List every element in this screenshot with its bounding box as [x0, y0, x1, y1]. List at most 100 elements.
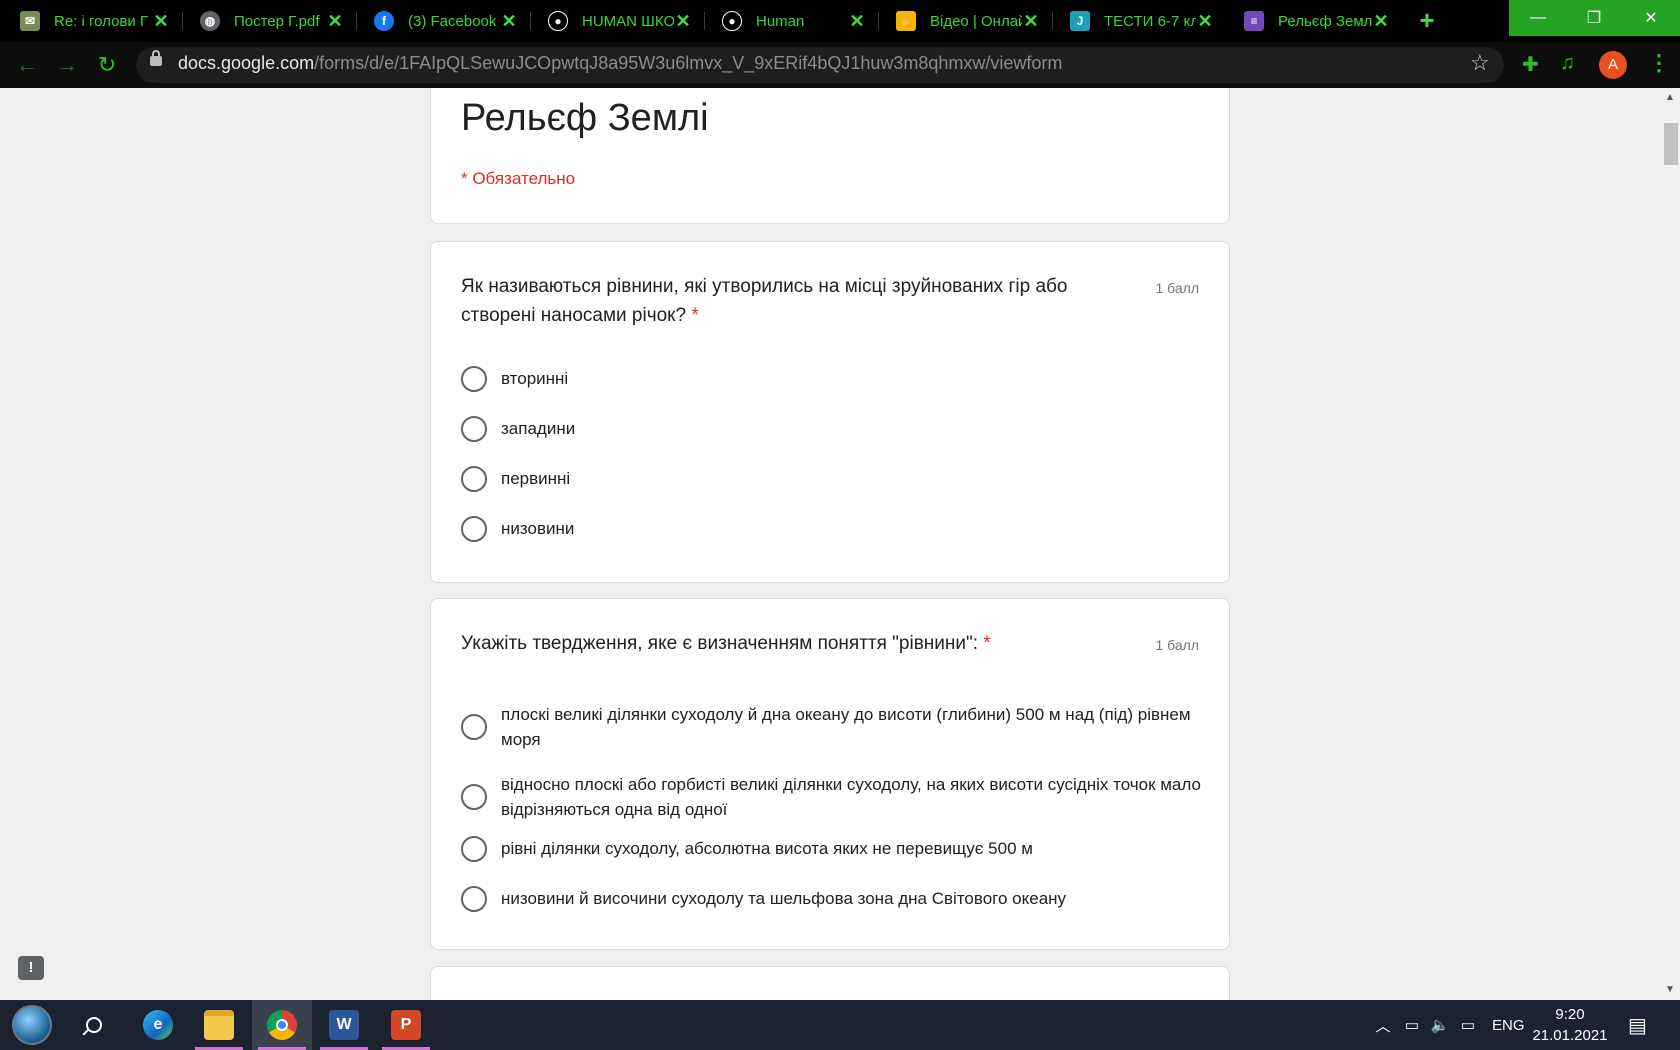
radio-option[interactable]: вторинні: [461, 366, 1201, 392]
forward-icon[interactable]: →: [54, 52, 80, 78]
notification-center-icon[interactable]: ▤: [1628, 1000, 1647, 1050]
tab-human-school[interactable]: ● HUMAN ШКОЛ ✕: [528, 4, 702, 38]
tab-pdf[interactable]: ◍ Постер Г.pdf ✕: [180, 4, 354, 38]
required-note: * Обязательно: [461, 169, 576, 188]
tab-facebook[interactable]: f (3) Facebook ✕: [354, 4, 528, 38]
start-button[interactable]: [2, 1000, 62, 1050]
chrome-icon: [267, 1010, 297, 1040]
j-icon: J: [1070, 11, 1090, 31]
taskbar-powerpoint[interactable]: P: [376, 1000, 436, 1050]
forms-icon: ≡: [1244, 11, 1264, 31]
new-tab-button[interactable]: +: [1413, 7, 1441, 33]
radio-option[interactable]: низовини: [461, 516, 1201, 542]
option-label: первинні: [501, 469, 571, 488]
radio-button[interactable]: [461, 714, 487, 740]
radio-option[interactable]: первинні: [461, 466, 1201, 492]
scroll-down-icon[interactable]: ▼: [1660, 982, 1680, 998]
scroll-thumb[interactable]: [1664, 123, 1678, 165]
tab-title: Рельєф Землі: [1278, 12, 1372, 30]
human-icon: ●: [722, 11, 742, 31]
radio-button[interactable]: [461, 784, 487, 810]
lock-icon: [150, 50, 162, 66]
question-card-1: Як називаються рівнини, які утворились н…: [430, 241, 1230, 583]
tab-relief-active[interactable]: ≡ Рельєф Землі ✕: [1224, 4, 1400, 38]
battery-icon[interactable]: ▭: [1398, 1016, 1426, 1034]
close-icon[interactable]: ✕: [1196, 11, 1214, 32]
radio-button[interactable]: [461, 366, 487, 392]
url-path: /forms/d/e/1FAIpQLSewuJCOpwtqJ8a95W3u6lm…: [314, 53, 1063, 73]
extensions-icon[interactable]: ✚: [1522, 52, 1539, 77]
taskbar-word[interactable]: W: [314, 1000, 374, 1050]
close-icon[interactable]: ✕: [674, 11, 692, 32]
network-icon[interactable]: ▭: [1454, 1016, 1482, 1034]
close-icon[interactable]: ✕: [326, 11, 344, 32]
radio-option[interactable]: низовини й височини суходолу та шельфова…: [461, 886, 1201, 912]
question-card-3: [430, 966, 1230, 1000]
back-icon[interactable]: ←: [14, 52, 40, 78]
report-feedback-icon[interactable]: !: [18, 956, 44, 980]
radio-button[interactable]: [461, 416, 487, 442]
tab-title: Відео | Онлай: [930, 12, 1022, 30]
clock-time: 9:20: [1555, 1006, 1585, 1023]
globe-icon: ◍: [200, 11, 220, 31]
tab-title: (3) Facebook: [408, 12, 497, 30]
taskbar-edge[interactable]: e: [128, 1000, 188, 1050]
form-title: Рельєф Землі: [461, 97, 709, 139]
close-icon[interactable]: ✕: [1372, 11, 1390, 32]
close-window-button[interactable]: ✕: [1622, 0, 1680, 36]
option-label: рівні ділянки суходолу, абсолютна висота…: [501, 839, 1033, 858]
menu-kebab-icon[interactable]: ⋮: [1648, 50, 1670, 76]
chevron-up-icon[interactable]: ︿: [1368, 1015, 1398, 1036]
volume-icon[interactable]: 🔈: [1426, 1016, 1454, 1034]
option-label: вторинні: [501, 369, 569, 388]
taskbar-chrome[interactable]: [252, 1000, 312, 1050]
radio-option[interactable]: западини: [461, 416, 1201, 442]
folder-icon: [204, 1010, 234, 1040]
tab-mail[interactable]: ✉ Re: і голови Г ✕: [0, 4, 180, 38]
radio-button[interactable]: [461, 886, 487, 912]
system-tray: ︿ ▭ 🔈 ▭ ENG: [1368, 1000, 1525, 1050]
minimize-button[interactable]: —: [1509, 0, 1567, 36]
question-points: 1 балл: [1155, 280, 1200, 296]
radio-button[interactable]: [461, 466, 487, 492]
media-queue-icon[interactable]: ♫: [1560, 52, 1575, 75]
url-host: docs.google.com: [178, 53, 315, 73]
search-button[interactable]: [64, 1000, 124, 1050]
option-label: низовини й височини суходолу та шельфова…: [501, 889, 1067, 908]
reload-icon[interactable]: ↻: [94, 52, 120, 78]
page-scrollbar[interactable]: ▲ ▼: [1660, 88, 1680, 1000]
option-label: відносно плоскі або горбисті великі діля…: [501, 775, 1201, 819]
radio-option[interactable]: відносно плоскі або горбисті великі діля…: [461, 772, 1201, 822]
clock[interactable]: 9:20 21.01.2021: [1530, 1004, 1610, 1046]
close-icon[interactable]: ✕: [500, 11, 518, 32]
close-icon[interactable]: ✕: [152, 11, 170, 32]
language-indicator[interactable]: ENG: [1492, 1017, 1525, 1034]
form-page: Рельєф Землі * Обязательно Як називаютьс…: [0, 88, 1680, 1000]
human-icon: ●: [548, 11, 568, 31]
question-text: Укажіть твердження, яке є визначенням по…: [461, 629, 1121, 658]
edge-icon: e: [143, 1010, 173, 1040]
restore-button[interactable]: ❐: [1565, 0, 1623, 36]
question-text: Як називаються рівнини, які утворились н…: [461, 272, 1121, 330]
tab-tests[interactable]: J ТЕСТИ 6-7 кл ✕: [1050, 4, 1224, 38]
bookmark-star-icon[interactable]: ☆: [1470, 50, 1490, 76]
radio-button[interactable]: [461, 516, 487, 542]
radio-option[interactable]: плоскі великі ділянки суходолу й дна оке…: [461, 702, 1201, 752]
option-label: плоскі великі ділянки суходолу й дна оке…: [501, 705, 1191, 749]
tab-video[interactable]: ✋ Відео | Онлай ✕: [876, 4, 1050, 38]
close-icon[interactable]: ✕: [848, 11, 866, 32]
close-icon[interactable]: ✕: [1022, 11, 1040, 32]
tab-human[interactable]: ● Human ✕: [702, 4, 876, 38]
radio-button[interactable]: [461, 836, 487, 862]
profile-avatar[interactable]: A: [1599, 51, 1627, 79]
windows-taskbar: e W P ︿ ▭ 🔈 ▭ ENG 9:20 21.01.2021 ▤: [0, 1000, 1680, 1050]
powerpoint-icon: P: [391, 1010, 421, 1040]
url-text[interactable]: docs.google.com/forms/d/e/1FAIpQLSewuJCO…: [178, 53, 1062, 74]
radio-option[interactable]: рівні ділянки суходолу, абсолютна висота…: [461, 836, 1201, 862]
search-icon: [86, 1017, 102, 1033]
taskbar-file-explorer[interactable]: [189, 1000, 249, 1050]
tab-title: Re: і голови Г: [54, 12, 149, 30]
form-header-card: Рельєф Землі * Обязательно: [430, 88, 1230, 224]
hand-icon: ✋: [896, 11, 916, 31]
scroll-up-icon[interactable]: ▲: [1660, 90, 1680, 106]
